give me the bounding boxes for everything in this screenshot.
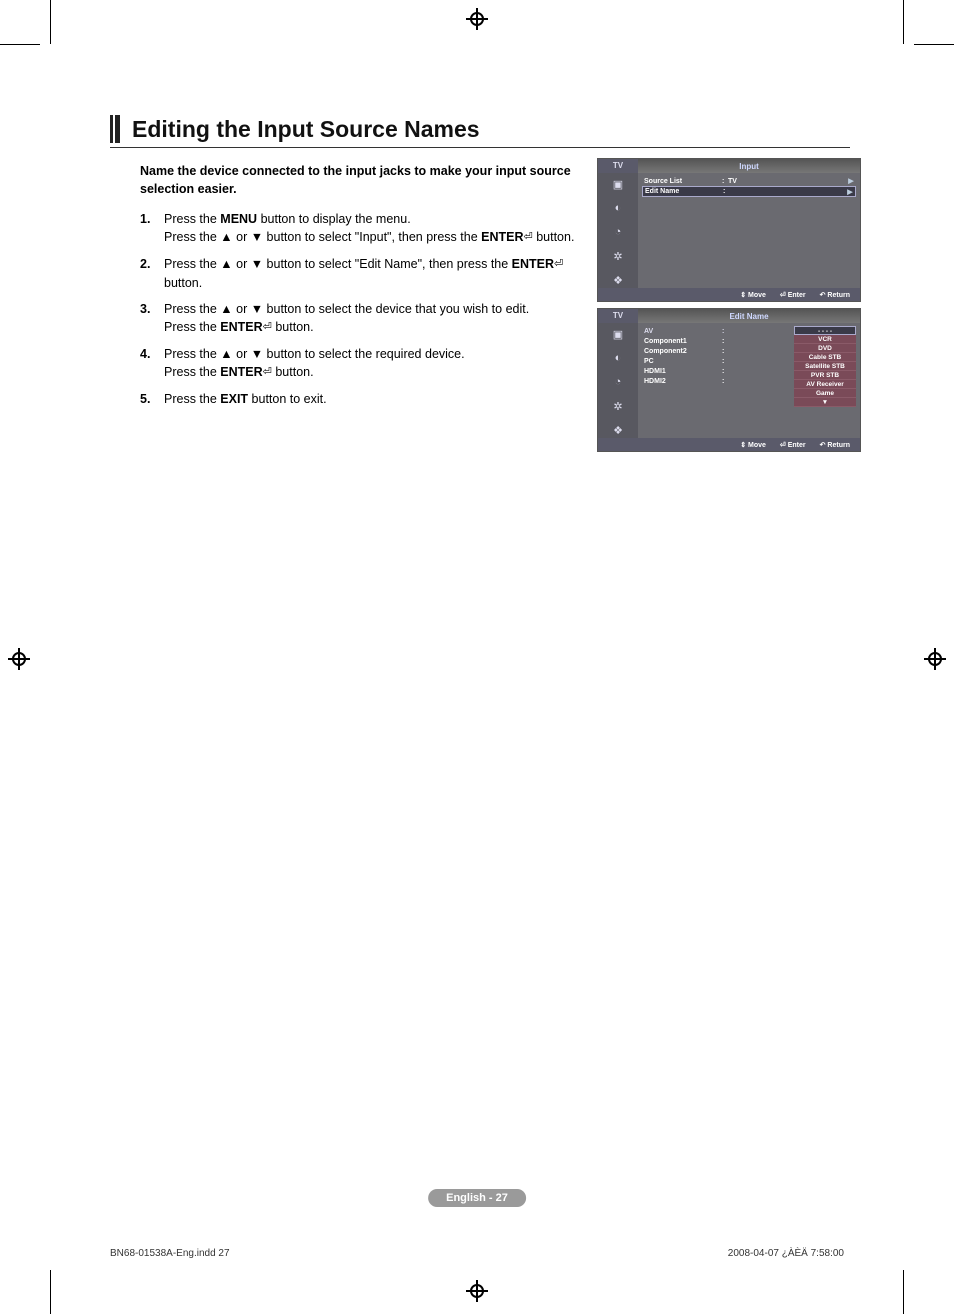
osd-row-value: TV (728, 178, 846, 185)
osd-option-item: Satellite STB (794, 362, 856, 371)
section-heading-wrap: Editing the Input Source Names (110, 115, 850, 148)
page-number: English - 27 (428, 1189, 526, 1207)
step-item: 3.Press the ▲ or ▼ button to select the … (140, 300, 580, 337)
registration-mark-icon (926, 650, 944, 668)
footer-filename: BN68-01538A-Eng.indd 27 (110, 1248, 230, 1259)
osd-sidebar-icon: ◐ (610, 201, 626, 215)
osd-sidebar-icon: ❖ (610, 273, 626, 287)
osd-main: Source List : TV ▶ Edit Name : ▶ (638, 173, 860, 288)
osd-sidebar-icon: ◔ (610, 225, 626, 239)
heading-rule-thick (115, 115, 120, 143)
osd-hint-move: ⇕ Move (740, 441, 766, 449)
chevron-right-icon: ▶ (846, 177, 856, 185)
osd-menu-row: Edit Name : ▶ (642, 186, 856, 197)
step-text: Press the ▲ or ▼ button to select the re… (164, 345, 580, 382)
step-number: 3. (140, 300, 164, 337)
registration-mark-icon (10, 650, 28, 668)
osd-sidebar-icon: ▣ (610, 327, 626, 341)
step-item: 1.Press the MENU button to display the m… (140, 210, 580, 247)
osd-row-label: Component1 (642, 338, 722, 345)
osd-bottom-bar: ⇕ Move ⏎ Enter ↶ Return (598, 438, 860, 451)
step-number: 5. (140, 390, 164, 408)
osd-option-item: - - - - (794, 326, 856, 335)
osd-row-label: PC (642, 358, 722, 365)
osd-tv-label: TV (598, 309, 638, 323)
osd-body: ▣ ◐ ◔ ✲ ❖ Source List : TV ▶ Edit Name : ▶ (598, 173, 860, 288)
intro-text: Name the device connected to the input j… (140, 163, 580, 198)
footer-timestamp: 2008-04-07 ¿ÀÈÄ 7:58:00 (728, 1248, 844, 1259)
osd-tv-label: TV (598, 159, 638, 173)
osd-sidebar: ▣ ◐ ◔ ✲ ❖ (598, 323, 638, 438)
step-number: 2. (140, 255, 164, 292)
step-number: 4. (140, 345, 164, 382)
registration-mark-icon (468, 10, 486, 28)
osd-body: ▣ ◐ ◔ ✲ ❖ AV : Component1 : Component2 : PC … (598, 323, 860, 438)
chevron-down-icon: ▼ (794, 398, 856, 407)
crop-mark (0, 44, 40, 45)
osd-sidebar-icon: ✲ (610, 249, 626, 263)
osd-main: AV : Component1 : Component2 : PC : HDMI… (638, 323, 860, 438)
step-number: 1. (140, 210, 164, 247)
osd-option-item: Game (794, 389, 856, 398)
osd-option-item: Cable STB (794, 353, 856, 362)
osd-input-menu: TV Input ▣ ◐ ◔ ✲ ❖ Source List : TV ▶ Edit N… (597, 158, 861, 302)
osd-title: Input (638, 162, 860, 171)
step-item: 4.Press the ▲ or ▼ button to select the … (140, 345, 580, 382)
osd-bottom-bar: ⇕ Move ⏎ Enter ↶ Return (598, 288, 860, 301)
registration-mark-icon (468, 1282, 486, 1300)
osd-row-colon: : (722, 328, 728, 335)
osd-row-label: Source List (642, 178, 722, 185)
osd-option-item: AV Receiver (794, 380, 856, 389)
osd-row-label: HDMI1 (642, 368, 722, 375)
osd-hint-move: ⇕ Move (740, 291, 766, 299)
osd-title: Edit Name (638, 312, 860, 321)
osd-option-item: DVD (794, 344, 856, 353)
osd-row-colon: : (722, 358, 728, 365)
osd-sidebar-icon: ▣ (610, 177, 626, 191)
crop-mark (50, 0, 51, 44)
step-text: Press the ▲ or ▼ button to select the de… (164, 300, 580, 337)
chevron-right-icon: ▶ (845, 188, 855, 196)
osd-hint-return: ↶ Return (820, 291, 850, 299)
crop-mark (914, 44, 954, 45)
osd-row-colon: : (722, 368, 728, 375)
steps-list: 1.Press the MENU button to display the m… (140, 210, 580, 408)
step-text: Press the MENU button to display the men… (164, 210, 580, 247)
osd-row-label: HDMI2 (642, 378, 722, 385)
osd-sidebar-icon: ✲ (610, 399, 626, 413)
crop-mark (903, 0, 904, 44)
osd-screenshots: TV Input ▣ ◐ ◔ ✲ ❖ Source List : TV ▶ Edit N… (597, 158, 861, 458)
osd-row-colon: : (722, 338, 728, 345)
osd-row-colon: : (722, 348, 728, 355)
osd-hint-return: ↶ Return (820, 441, 850, 449)
osd-hint-enter: ⏎ Enter (780, 441, 806, 449)
osd-row-label: Component2 (642, 348, 722, 355)
osd-row-label: Edit Name (643, 188, 723, 195)
osd-option-item: PVR STB (794, 371, 856, 380)
heading-rule-thin (110, 115, 113, 143)
section-heading: Editing the Input Source Names (132, 115, 480, 143)
osd-sidebar: ▣ ◐ ◔ ✲ ❖ (598, 173, 638, 288)
osd-row-label: AV (642, 328, 722, 335)
step-text: Press the ▲ or ▼ button to select "Edit … (164, 255, 580, 292)
osd-edit-name-menu: TV Edit Name ▣ ◐ ◔ ✲ ❖ AV : Component1 : Com… (597, 308, 861, 452)
osd-sidebar-icon: ◐ (610, 351, 626, 365)
osd-options-popup: - - - -VCRDVDCable STBSatellite STBPVR S… (794, 326, 856, 407)
osd-titlebar: TV Edit Name (598, 309, 860, 323)
osd-row-colon: : (723, 188, 729, 195)
osd-sidebar-icon: ◔ (610, 375, 626, 389)
osd-sidebar-icon: ❖ (610, 423, 626, 437)
osd-hint-enter: ⏎ Enter (780, 291, 806, 299)
osd-menu-row: Source List : TV ▶ (642, 176, 856, 186)
step-item: 5.Press the EXIT button to exit. (140, 390, 580, 408)
step-item: 2.Press the ▲ or ▼ button to select "Edi… (140, 255, 580, 292)
osd-row-colon: : (722, 378, 728, 385)
osd-titlebar: TV Input (598, 159, 860, 173)
osd-option-item: VCR (794, 335, 856, 344)
step-text: Press the EXIT button to exit. (164, 390, 580, 408)
